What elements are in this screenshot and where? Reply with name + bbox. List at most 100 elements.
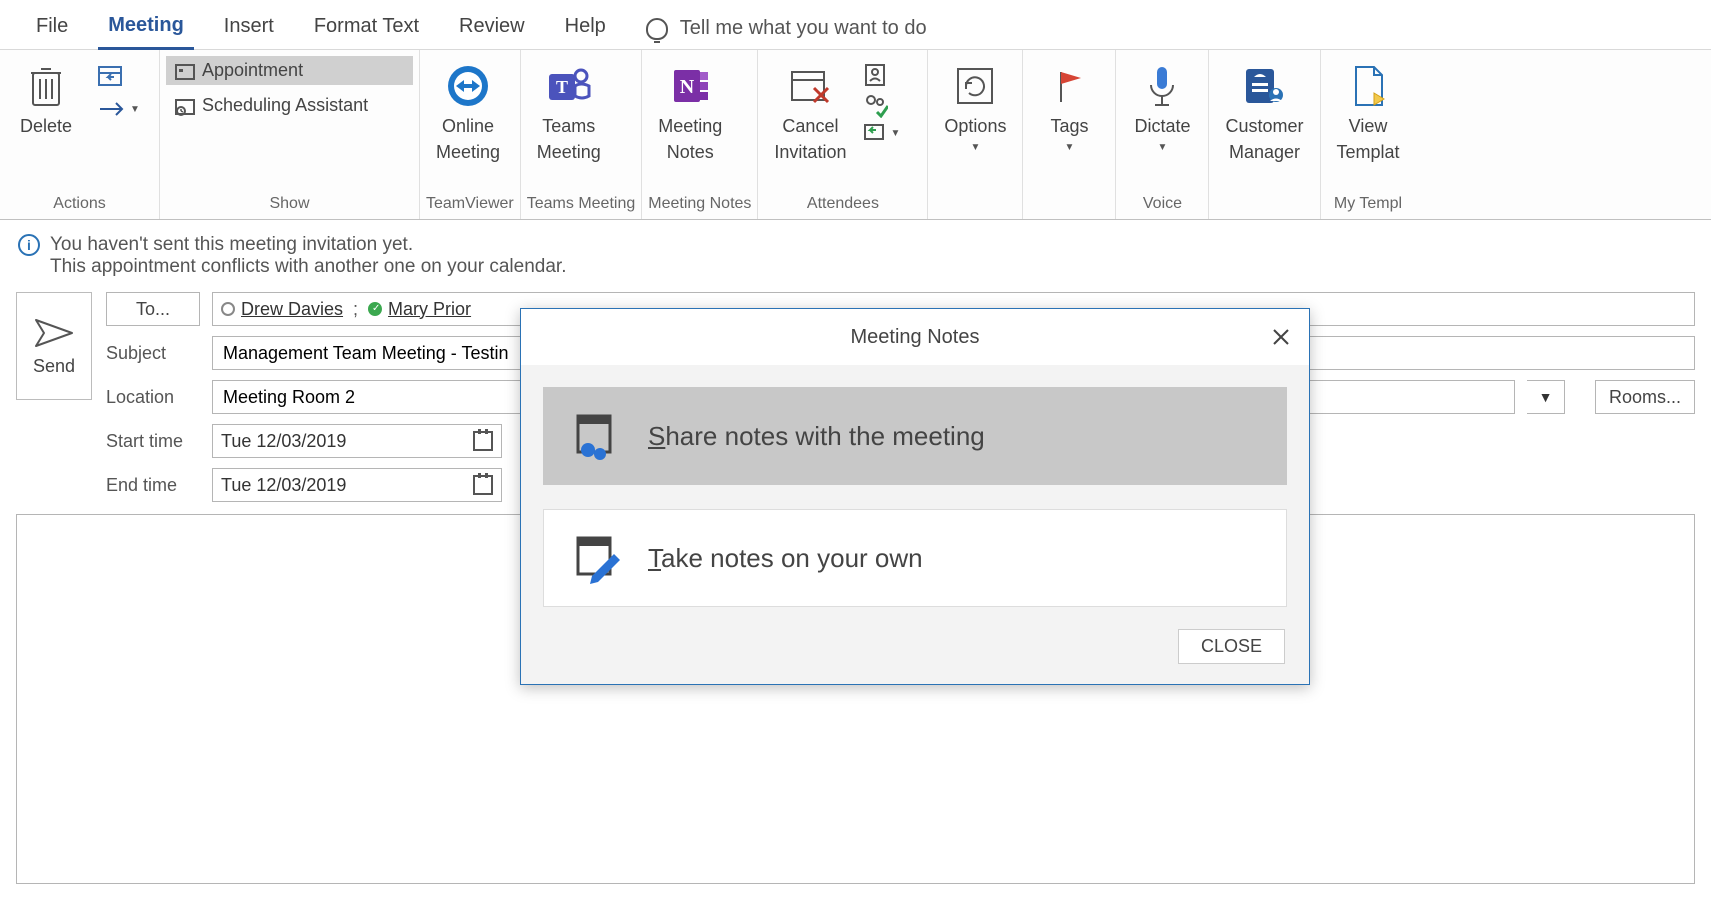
meeting-notes-l2: Notes (667, 142, 714, 164)
menu-help[interactable]: Help (555, 9, 616, 48)
trash-icon (27, 65, 65, 107)
svg-text:T: T (556, 77, 568, 97)
share-notes-option[interactable]: Share notes with the meeting (543, 387, 1287, 485)
info-bar: i You haven't sent this meeting invitati… (0, 220, 1711, 288)
calendar-small-icon[interactable] (92, 58, 146, 92)
start-date-value: Tue 12/03/2019 (221, 431, 346, 452)
calendar-icon[interactable] (473, 431, 493, 451)
address-book-icon[interactable] (862, 62, 900, 88)
delete-button[interactable]: Delete (6, 56, 86, 142)
dialog-close-text-button[interactable]: CLOSE (1178, 629, 1285, 664)
info-line-1: You haven't sent this meeting invitation… (50, 234, 566, 256)
view-templates-button[interactable]: View Templat (1327, 56, 1410, 167)
presence-open-icon (221, 302, 235, 316)
dialog-close-button[interactable] (1267, 323, 1295, 351)
tell-me-label: Tell me what you want to do (680, 17, 927, 40)
teamviewer-icon (444, 62, 492, 110)
appointment-icon (174, 61, 196, 81)
menu-format-text[interactable]: Format Text (304, 9, 429, 48)
scheduling-icon (174, 96, 196, 116)
options-label: Options (944, 116, 1006, 138)
customer-l2: Manager (1229, 142, 1300, 164)
template-icon (1348, 63, 1388, 109)
online-meeting-l1: Online (442, 116, 494, 138)
dictate-label: Dictate (1134, 116, 1190, 138)
meeting-notes-button[interactable]: N Meeting Notes (648, 56, 732, 167)
templates-l2: Templat (1337, 142, 1400, 164)
appointment-label: Appointment (202, 60, 303, 81)
tags-button[interactable]: Tags ▼ (1029, 56, 1109, 157)
menubar: File Meeting Insert Format Text Review H… (0, 0, 1711, 50)
group-actions-label: Actions (6, 191, 153, 215)
microphone-icon (1142, 63, 1182, 109)
start-date-field[interactable]: Tue 12/03/2019 (212, 424, 502, 458)
send-icon (32, 316, 76, 350)
tell-me-search[interactable]: Tell me what you want to do (636, 17, 927, 40)
customer-manager-button[interactable]: Customer Manager (1215, 56, 1313, 167)
lightbulb-icon (646, 18, 668, 40)
customer-l1: Customer (1225, 116, 1303, 138)
calendar-icon[interactable] (473, 475, 493, 495)
svg-text:N: N (680, 76, 695, 98)
dictate-caret-icon: ▼ (1158, 142, 1168, 153)
send-label: Send (33, 356, 75, 377)
options-button[interactable]: Options ▼ (934, 56, 1016, 157)
end-time-label: End time (106, 475, 200, 496)
share-notes-icon (570, 410, 622, 462)
rooms-button[interactable]: Rooms... (1595, 380, 1695, 414)
to-button[interactable]: To... (106, 292, 200, 326)
templates-l1: View (1349, 116, 1388, 138)
group-show-label: Show (166, 191, 413, 215)
recipient-chip[interactable]: Drew Davies (221, 299, 343, 320)
teams-icon: T (543, 62, 595, 110)
group-attendees-label: Attendees (764, 191, 921, 215)
online-meeting-button[interactable]: Online Meeting (426, 56, 510, 167)
dictate-button[interactable]: Dictate ▼ (1122, 56, 1202, 157)
flag-icon (1051, 66, 1087, 106)
online-meeting-l2: Meeting (436, 142, 500, 164)
group-teamviewer-label: TeamViewer (426, 191, 514, 215)
cancel-l1: Cancel (782, 116, 838, 138)
check-names-icon[interactable] (862, 92, 900, 118)
share-notes-label: Share notes with the meeting (648, 421, 985, 452)
teams-meeting-button[interactable]: T Teams Meeting (527, 56, 611, 167)
group-templates-label: My Templ (1327, 191, 1410, 215)
take-notes-icon (570, 532, 622, 584)
subject-label: Subject (106, 343, 200, 364)
tags-caret-icon: ▼ (1065, 142, 1075, 153)
meeting-notes-dialog: Meeting Notes Share notes with the meeti… (520, 308, 1310, 685)
recipient-name: Mary Prior (388, 299, 471, 320)
dialog-title: Meeting Notes (851, 326, 980, 349)
teams-meeting-l2: Meeting (537, 142, 601, 164)
group-voice-label: Voice (1122, 191, 1202, 215)
location-dropdown[interactable]: ▼ (1527, 380, 1565, 414)
teams-meeting-l1: Teams (542, 116, 595, 138)
take-notes-option[interactable]: Take notes on your own (543, 509, 1287, 607)
appointment-button[interactable]: Appointment (166, 56, 413, 85)
tags-label: Tags (1050, 116, 1088, 138)
recipient-name: Drew Davies (241, 299, 343, 320)
scheduling-assistant-button[interactable]: Scheduling Assistant (166, 91, 413, 120)
end-date-value: Tue 12/03/2019 (221, 475, 346, 496)
start-time-label: Start time (106, 431, 200, 452)
recipient-chip[interactable]: Mary Prior (368, 299, 471, 320)
response-options-icon[interactable]: ▼ (862, 122, 900, 144)
send-button[interactable]: Send (16, 292, 92, 400)
take-notes-label: Take notes on your own (648, 543, 923, 574)
close-icon (1272, 328, 1290, 346)
menu-meeting[interactable]: Meeting (98, 8, 194, 50)
menu-file[interactable]: File (26, 9, 78, 48)
info-icon: i (18, 234, 40, 256)
forward-dropdown[interactable]: ▼ (92, 96, 146, 122)
group-teams-label: Teams Meeting (527, 191, 636, 215)
dialog-title-bar: Meeting Notes (521, 309, 1309, 365)
menu-insert[interactable]: Insert (214, 9, 284, 48)
ribbon: Delete ▼ Actions Appointment Sch (0, 50, 1711, 220)
onenote-icon: N (666, 62, 714, 110)
customer-manager-icon (1240, 63, 1288, 109)
end-date-field[interactable]: Tue 12/03/2019 (212, 468, 502, 502)
delete-label: Delete (20, 116, 72, 138)
cancel-invitation-button[interactable]: Cancel Invitation (764, 56, 856, 167)
menu-review[interactable]: Review (449, 9, 535, 48)
meeting-notes-l1: Meeting (658, 116, 722, 138)
